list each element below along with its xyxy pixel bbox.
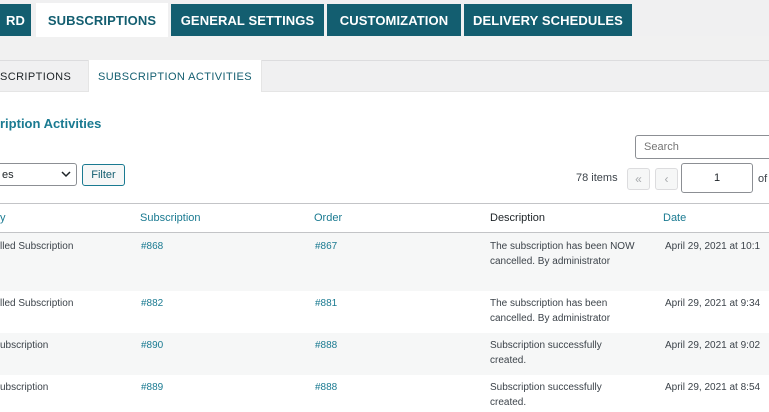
activity-cell: ubscription bbox=[0, 340, 49, 351]
subscription-link[interactable]: #868 bbox=[141, 239, 163, 254]
date-cell: April 29, 2021 at 8:54 bbox=[665, 382, 761, 393]
prev-page-icon: ‹ bbox=[664, 172, 669, 186]
filter-button[interactable]: Filter bbox=[82, 164, 125, 186]
description-cell: The subscription has been NOW cancelled.… bbox=[490, 241, 635, 267]
order-link[interactable]: #881 bbox=[315, 296, 337, 311]
prev-page-button[interactable]: ‹ bbox=[655, 168, 678, 190]
subtab-subscription-activities[interactable]: SUBSCRIPTION ACTIVITIES bbox=[88, 60, 262, 93]
top-tab-bar: RD SUBSCRIPTIONS GENERAL SETTINGS CUSTOM… bbox=[0, 0, 769, 37]
tab-customization[interactable]: CUSTOMIZATION bbox=[327, 4, 461, 36]
date-cell: April 29, 2021 at 9:02 bbox=[665, 340, 761, 351]
table-row: lled Subscription #882 #881 The subscrip… bbox=[0, 291, 769, 333]
tab-label: GENERAL SETTINGS bbox=[180, 12, 315, 28]
activity-filter-select[interactable]: es bbox=[0, 163, 77, 186]
tab-label: CUSTOMIZATION bbox=[339, 12, 449, 28]
tab-delivery-schedules[interactable]: DELIVERY SCHEDULES bbox=[464, 4, 632, 36]
subtab-subscriptions[interactable]: SCRIPTIONS bbox=[0, 61, 88, 93]
first-page-button[interactable]: « bbox=[627, 168, 650, 190]
column-date[interactable]: Date bbox=[663, 212, 686, 224]
subtab-label: SCRIPTIONS bbox=[0, 71, 72, 83]
subtab-label: SUBSCRIPTION ACTIVITIES bbox=[97, 70, 253, 83]
subscription-link[interactable]: #890 bbox=[141, 338, 163, 353]
tab-label: SUBSCRIPTIONS bbox=[47, 12, 157, 28]
select-value: es bbox=[2, 169, 14, 181]
date-cell: April 29, 2021 at 9:34 bbox=[665, 298, 761, 309]
items-count: 78 items bbox=[576, 172, 618, 184]
page-of-label: of bbox=[758, 173, 768, 185]
description-cell: The subscription has been cancelled. By … bbox=[490, 298, 611, 324]
activity-cell: lled Subscription bbox=[0, 298, 74, 309]
app-root: RD SUBSCRIPTIONS GENERAL SETTINGS CUSTOM… bbox=[0, 0, 769, 412]
content-panel: ription Activities es Filter 78 items « … bbox=[0, 92, 769, 412]
activity-cell: ubscription bbox=[0, 382, 49, 393]
sub-tab-bar: SCRIPTIONS SUBSCRIPTION ACTIVITIES bbox=[0, 60, 769, 93]
column-subscription[interactable]: Subscription bbox=[140, 212, 201, 224]
activity-cell: lled Subscription bbox=[0, 241, 74, 252]
table-row: ubscription #890 #888 Subscription succe… bbox=[0, 333, 769, 375]
chevron-down-icon bbox=[61, 171, 71, 178]
table-row: lled Subscription #868 #867 The subscrip… bbox=[0, 233, 769, 291]
current-page-input[interactable]: 1 bbox=[681, 163, 753, 193]
tab-label: RD bbox=[6, 12, 25, 28]
column-activity[interactable]: y bbox=[0, 212, 6, 224]
order-link[interactable]: #888 bbox=[315, 380, 337, 395]
table-header: y Subscription Order Description Date bbox=[0, 203, 769, 233]
subscription-link[interactable]: #882 bbox=[141, 296, 163, 311]
tab-label: DELIVERY SCHEDULES bbox=[473, 12, 623, 28]
order-link[interactable]: #867 bbox=[315, 239, 337, 254]
order-link[interactable]: #888 bbox=[315, 338, 337, 353]
description-cell: Subscription successfully created. bbox=[490, 340, 602, 366]
search-input[interactable] bbox=[635, 135, 769, 159]
description-cell: Subscription successfully created. bbox=[490, 382, 602, 408]
tab-subscriptions[interactable]: SUBSCRIPTIONS bbox=[36, 3, 168, 37]
table-row: ubscription #889 #888 Subscription succe… bbox=[0, 375, 769, 412]
date-cell: April 29, 2021 at 10:1 bbox=[665, 241, 761, 252]
subscription-link[interactable]: #889 bbox=[141, 380, 163, 395]
column-description: Description bbox=[490, 212, 546, 224]
column-order[interactable]: Order bbox=[314, 212, 342, 224]
tab-dashboard[interactable]: RD bbox=[0, 4, 31, 36]
first-page-icon: « bbox=[635, 172, 642, 186]
tab-general-settings[interactable]: GENERAL SETTINGS bbox=[171, 4, 324, 36]
page-title: ription Activities bbox=[0, 116, 102, 131]
